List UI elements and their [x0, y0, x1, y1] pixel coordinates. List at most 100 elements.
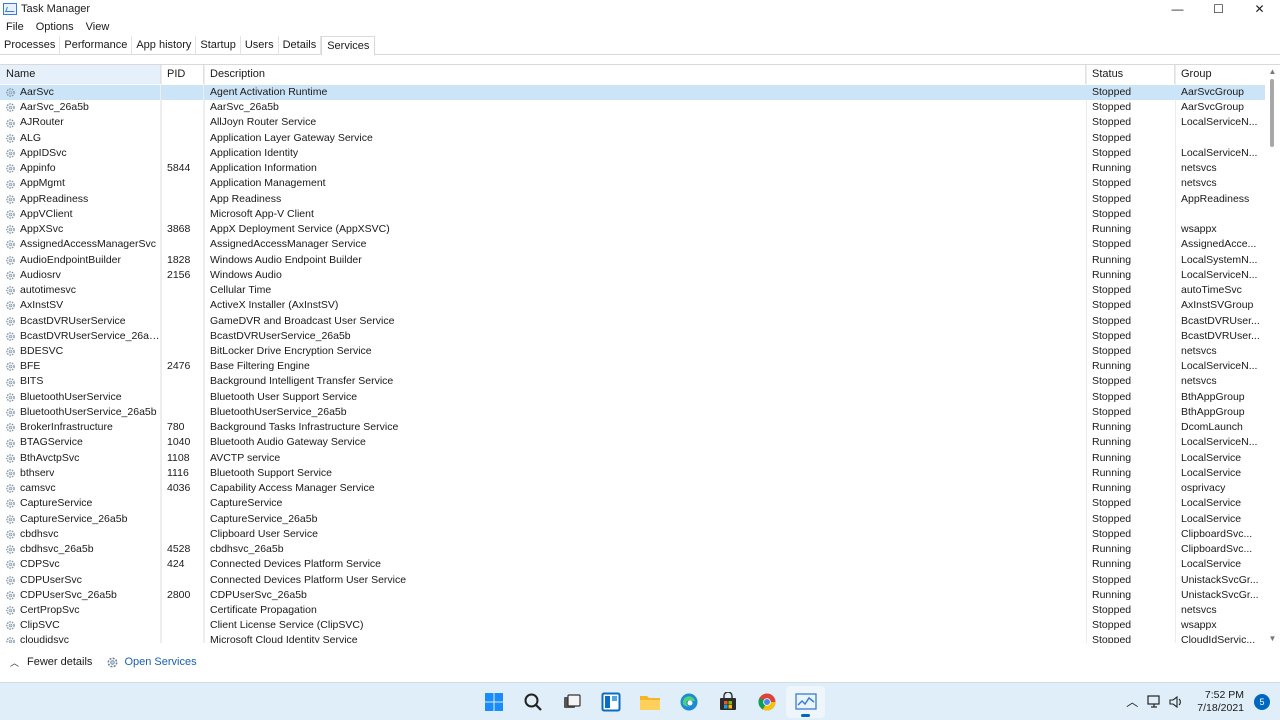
column-header-pid[interactable]: PID [161, 65, 204, 84]
service-name-cell: cbdhsvc_26a5b [0, 542, 161, 558]
scrollbar-thumb[interactable] [1270, 79, 1274, 147]
table-row[interactable]: bthserv 1116 Bluetooth Support Service Runn… [0, 465, 1265, 482]
edge-icon [680, 693, 697, 711]
table-row[interactable]: BcastDVRUserService_26a5b BcastDVRUserSer… [0, 328, 1265, 344]
maximize-button[interactable]: ☐ [1198, 0, 1239, 18]
tab-services[interactable]: Services [321, 36, 376, 56]
menu-file[interactable]: File [0, 21, 30, 33]
service-status: Stopped [1092, 299, 1132, 312]
table-row[interactable]: BFE 2476 Base Filtering Engine Running Local… [0, 359, 1265, 375]
table-row[interactable]: camsvc 4036 Capability Access Manager Serv… [0, 481, 1265, 497]
vertical-scrollbar[interactable]: ▲ ▼ [1267, 65, 1278, 643]
service-name: ALG [20, 131, 42, 144]
table-row[interactable]: cbdhsvc_26a5b 4528 cbdhsvc_26a5b Running Cli… [0, 542, 1265, 558]
fewer-details-button[interactable]: ︿ Fewer details [10, 656, 92, 669]
edge-button[interactable] [669, 686, 708, 718]
service-status: Stopped [1092, 375, 1132, 388]
service-name-cell: bthserv [0, 465, 161, 482]
tab-app-history[interactable]: App history [132, 36, 197, 55]
table-row[interactable]: autotimesvc Cellular Time Stopped autoTimeS… [0, 283, 1265, 299]
table-row[interactable]: cbdhsvc Clipboard User Service Stopped Clip… [0, 526, 1265, 543]
footer: ︿ Fewer details Open Services [0, 652, 1280, 672]
store-button[interactable] [708, 686, 747, 718]
table-row[interactable]: Audiosrv 2156 Windows Audio Running LocalSer… [0, 267, 1265, 284]
tab-details[interactable]: Details [279, 36, 322, 55]
column-header-name[interactable]: ^ Name [0, 65, 161, 84]
open-services-link[interactable]: Open Services [106, 656, 197, 669]
table-row[interactable]: BcastDVRUserService GameDVR and Broadcast… [0, 313, 1265, 329]
column-header-description[interactable]: Description [204, 65, 1086, 84]
tab-performance[interactable]: Performance [60, 36, 133, 55]
table-row[interactable]: BTAGService 1040 Bluetooth Audio Gateway S… [0, 435, 1265, 451]
title-bar[interactable]: Task Manager — ☐ ✕ [0, 0, 1280, 18]
table-row[interactable]: CDPUserSvc_26a5b 2800 CDPUserSvc_26a5b Runn… [0, 587, 1265, 603]
volume-icon[interactable] [1165, 692, 1187, 712]
task-manager-button[interactable] [786, 686, 825, 718]
table-row[interactable]: BDESVC BitLocker Drive Encryption Service… [0, 343, 1265, 360]
table-row[interactable]: BluetoothUserService Bluetooth User Suppo… [0, 389, 1265, 405]
task-view-button[interactable] [552, 686, 591, 718]
service-description: Connected Devices Platform User Service [210, 573, 407, 586]
service-pid [161, 100, 204, 116]
show-hidden-icons-chevron-icon[interactable]: ︿ [1121, 692, 1143, 712]
table-row[interactable]: AppReadiness App Readiness Stopped AppReadi… [0, 191, 1265, 207]
table-row[interactable]: BthAvctpSvc 1108 AVCTP service Running Local… [0, 450, 1265, 466]
table-row[interactable]: Appinfo 5844 Application Information Runnin… [0, 161, 1265, 177]
table-row[interactable]: BITS Background Intelligent Transfer Serv… [0, 374, 1265, 390]
service-group: BthAppGroup [1181, 390, 1245, 403]
table-row[interactable]: AudioEndpointBuilder 1828 Windows Audio En… [0, 252, 1265, 268]
file-explorer-button[interactable] [630, 686, 669, 718]
scroll-up-arrow-icon[interactable]: ▲ [1267, 67, 1278, 77]
table-row[interactable]: AppXSvc 3868 AppX Deployment Service (AppX… [0, 222, 1265, 238]
table-row[interactable]: AJRouter AllJoyn Router Service Stopped Loc… [0, 115, 1265, 131]
tab-startup[interactable]: Startup [196, 36, 241, 55]
service-name: AarSvc_26a5b [20, 101, 89, 114]
widgets-button[interactable] [591, 686, 630, 718]
table-row[interactable]: CDPSvc 424 Connected Devices Platform Serv… [0, 557, 1265, 573]
table-row[interactable]: CaptureService CaptureService Stopped Local… [0, 496, 1265, 512]
table-row[interactable]: CertPropSvc Certificate Propagation Stoppe… [0, 602, 1265, 619]
tab-users[interactable]: Users [241, 36, 279, 55]
table-row[interactable]: CDPUserSvc Connected Devices Platform Use… [0, 572, 1265, 588]
service-status: Stopped [1092, 238, 1132, 251]
notification-badge[interactable]: 5 [1254, 693, 1270, 710]
scroll-down-arrow-icon[interactable]: ▼ [1267, 634, 1278, 643]
service-name-cell: CertPropSvc [0, 602, 161, 619]
service-pid: 2156 [161, 267, 204, 284]
table-row[interactable]: cloudidsvc Microsoft Cloud Identity Servi… [0, 633, 1265, 643]
menu-view[interactable]: View [80, 21, 116, 33]
service-name-cell: AppVClient [0, 206, 161, 223]
table-row[interactable]: AppVClient Microsoft App-V Client Stopped [0, 206, 1265, 223]
service-name: AssignedAccessManagerSvc [20, 238, 156, 251]
widgets-icon [601, 692, 620, 712]
table-row[interactable]: ClipSVC Client License Service (ClipSVC) S… [0, 618, 1265, 634]
chrome-button[interactable] [747, 686, 786, 718]
service-description: App Readiness [210, 192, 282, 205]
store-icon [719, 692, 736, 710]
tab-processes[interactable]: Processes [0, 36, 61, 55]
table-row[interactable]: AppIDSvc Application Identity Stopped Local… [0, 145, 1265, 162]
service-description: Client License Service (ClipSVC) [210, 619, 364, 632]
table-row[interactable]: AarSvc Agent Activation Runtime Stopped Aar… [0, 85, 1265, 101]
table-row[interactable]: AssignedAccessManagerSvc AssignedAccessMa… [0, 237, 1265, 253]
column-header-status[interactable]: Status [1086, 65, 1175, 84]
column-header-group[interactable]: Group [1175, 65, 1265, 84]
table-row[interactable]: BluetoothUserService_26a5b BluetoothUserS… [0, 404, 1265, 421]
service-gear-icon [6, 179, 15, 189]
close-button[interactable]: ✕ [1239, 0, 1280, 18]
clock-date: 7/18/2021 [1197, 701, 1244, 714]
table-row[interactable]: BrokerInfrastructure 780 Background Tasks … [0, 420, 1265, 436]
menu-options[interactable]: Options [30, 21, 80, 33]
start-button[interactable] [474, 686, 513, 718]
network-icon[interactable] [1143, 692, 1165, 712]
minimize-button[interactable]: — [1157, 0, 1198, 18]
service-gear-icon [6, 164, 15, 174]
table-row[interactable]: AxInstSV ActiveX Installer (AxInstSV) Stop… [0, 298, 1265, 314]
table-row[interactable]: AarSvc_26a5b AarSvc_26a5b Stopped AarSvcGro… [0, 100, 1265, 116]
table-row[interactable]: CaptureService_26a5b CaptureService_26a5b… [0, 511, 1265, 527]
service-name-cell: BFE [0, 359, 161, 375]
table-row[interactable]: ALG Application Layer Gateway Service Stop… [0, 130, 1265, 146]
search-button[interactable] [513, 686, 552, 718]
table-row[interactable]: AppMgmt Application Management Stopped nets… [0, 176, 1265, 192]
clock[interactable]: 7:52 PM 7/18/2021 [1197, 689, 1244, 715]
